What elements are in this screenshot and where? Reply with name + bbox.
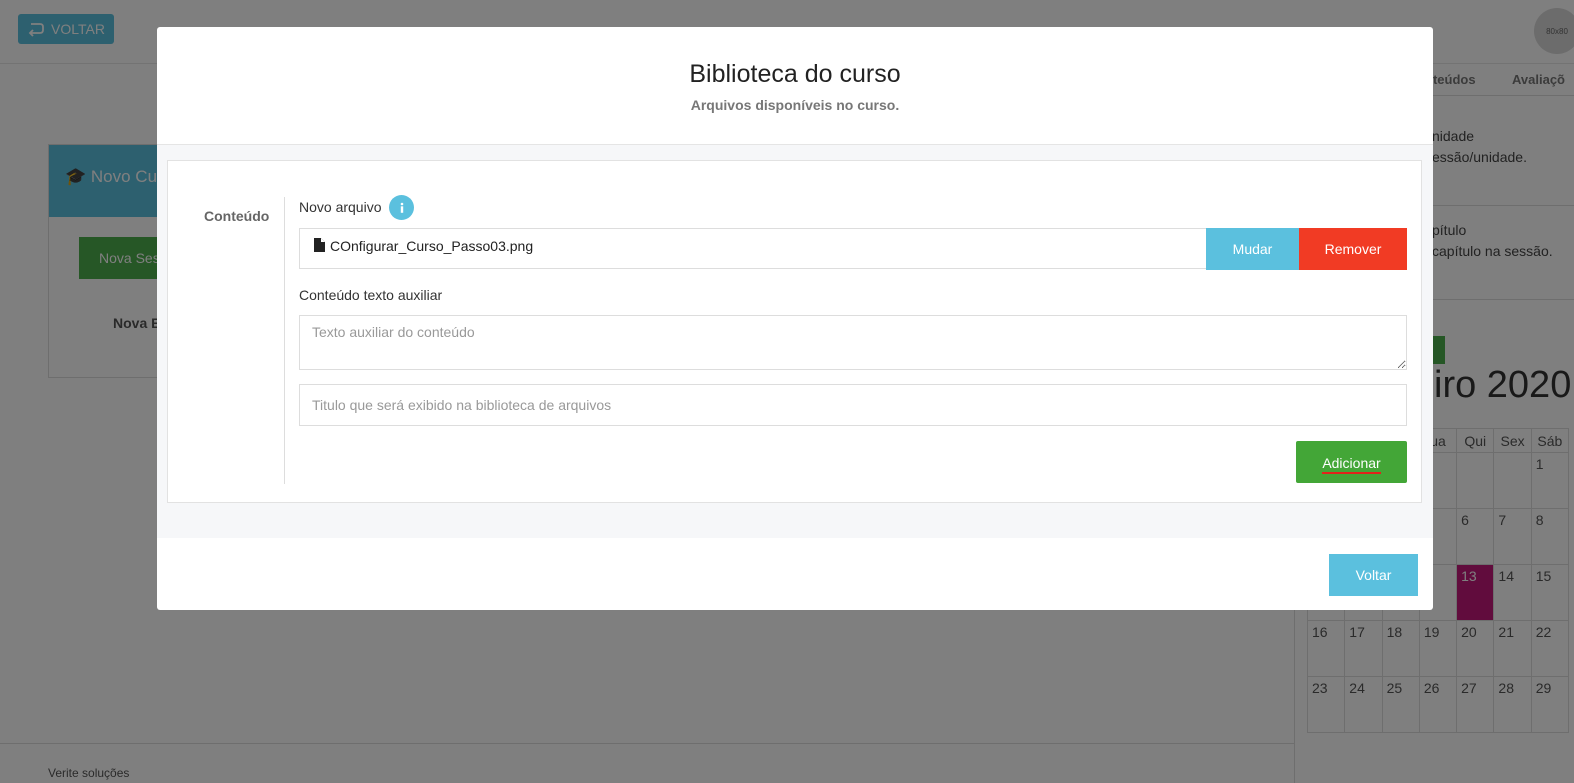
new-file-label: Novo arquivo [299,199,382,215]
add-button-label: Adicionar [1322,455,1381,474]
file-name: COnfigurar_Curso_Passo03.png [330,238,534,254]
modal-body: Conteúdo Novo arquivo COnfigurar_Curso_P… [157,145,1433,538]
file-display[interactable]: COnfigurar_Curso_Passo03.png [299,228,1207,269]
modal-footer: Voltar [157,538,1433,610]
aux-text-label: Conteúdo texto auxiliar [299,287,443,303]
add-button[interactable]: Adicionar [1296,441,1407,483]
content-panel: Conteúdo Novo arquivo COnfigurar_Curso_P… [167,160,1422,503]
section-divider [284,197,285,484]
info-icon[interactable] [389,195,414,220]
back-button[interactable]: Voltar [1329,554,1418,596]
modal-header: Biblioteca do curso Arquivos disponíveis… [157,27,1433,145]
change-file-button[interactable]: Mudar [1206,228,1299,270]
remove-file-button[interactable]: Remover [1299,228,1407,270]
library-title-input[interactable] [299,384,1407,426]
file-icon [314,238,325,252]
aux-text-input[interactable] [299,315,1407,370]
course-library-modal: Biblioteca do curso Arquivos disponíveis… [157,27,1433,610]
modal-title: Biblioteca do curso [689,60,901,88]
section-label: Conteúdo [204,208,270,224]
modal-subtitle: Arquivos disponíveis no curso. [690,97,900,113]
info-glyph [400,202,403,213]
